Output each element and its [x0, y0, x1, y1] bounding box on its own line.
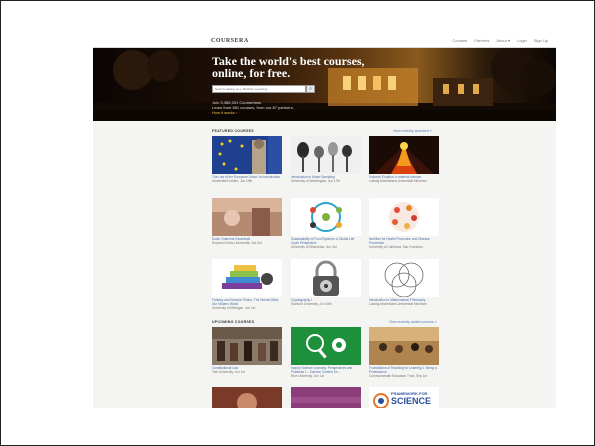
padlock-image: [291, 259, 361, 297]
course-title[interactable]: Sustainability of Food Systems: A Global…: [291, 237, 361, 245]
search-button[interactable]: ⌕: [306, 85, 315, 93]
course-thumbnail[interactable]: [291, 327, 361, 365]
portrait-image: [212, 387, 282, 408]
featured-courses-heading: FEATURED COURSES: [212, 129, 254, 133]
course-thumbnail[interactable]: [369, 327, 439, 365]
classroom-image: [369, 327, 439, 365]
course-title[interactable]: Inquiry Science Learning: Perspectives a…: [291, 366, 361, 374]
volcano-image: [369, 136, 439, 174]
course-school: Universiteit Leiden, Jun 15th: [212, 179, 253, 183]
course-card-constitutional-law[interactable]: Constitutional Law Yale University, Jun …: [212, 327, 282, 374]
course-card-inquiry-science[interactable]: Inquiry Science Learning: Perspectives a…: [291, 327, 361, 378]
course-school: University of Washington, Jun 17th: [291, 179, 341, 183]
nav-links: Courses Partners About ▾ Login Sign Up: [452, 38, 548, 43]
hero-title-line2: online, for free.: [212, 66, 291, 80]
course-school: University of California, San Francisco: [369, 245, 424, 249]
course-thumbnail[interactable]: [291, 136, 361, 174]
course-thumbnail[interactable]: [212, 136, 282, 174]
course-school: Ludwig-Maximilians-Universität München: [369, 302, 427, 306]
course-title[interactable]: Foundations of Teaching for Learning 1: …: [369, 366, 439, 374]
course-title[interactable]: Fantasy and Science Fiction: The Human M…: [212, 298, 282, 306]
painting-crowd-image: [212, 327, 282, 365]
science-logo-image: [291, 327, 361, 365]
microphones-image: [291, 136, 361, 174]
featured-view-all-link[interactable]: View recently launched »: [393, 129, 432, 133]
course-card-partial-2[interactable]: [291, 387, 361, 408]
course-school: Yale University, Jun 1st: [212, 370, 245, 374]
course-card-eu-law[interactable]: The Law of the European Union: An Introd…: [212, 136, 282, 183]
course-thumbnail[interactable]: [212, 327, 282, 365]
course-thumbnail[interactable]: [291, 198, 361, 236]
course-thumbnail[interactable]: [369, 198, 439, 236]
browser-page: COURSERA Courses Partners About ▾ Login …: [93, 35, 556, 408]
course-card-framework-science[interactable]: FRAMEWORK FOR SCIENCE: [369, 387, 439, 408]
course-card-volcano[interactable]: Volcanic Eruption: a material science Lu…: [369, 136, 439, 183]
books-image: [212, 259, 282, 297]
science-text: SCIENCE: [391, 396, 432, 406]
course-thumbnail[interactable]: [291, 387, 361, 408]
nav-signup[interactable]: Sign Up: [534, 38, 548, 43]
course-thumbnail[interactable]: [369, 259, 439, 297]
course-title[interactable]: Nutrition for Health Promotion and Disea…: [369, 237, 439, 245]
course-card-music[interactable]: Introduction to Music Sampling Universit…: [291, 136, 361, 183]
course-card-nutrition[interactable]: Nutrition for Health Promotion and Disea…: [369, 198, 439, 249]
course-card-foundations-teaching[interactable]: Foundations of Teaching for Learning 1: …: [369, 327, 439, 378]
hero-stats: Join 5,386,331 Courserians. Learn from 5…: [212, 100, 294, 110]
course-thumbnail[interactable]: [291, 259, 361, 297]
course-school: University of Michigan, Jun 1st: [212, 306, 256, 310]
course-thumbnail[interactable]: [369, 136, 439, 174]
top-navigation-bar: COURSERA Courses Partners About ▾ Login …: [93, 35, 556, 48]
course-card-dutch[interactable]: Dutch Grammar Essentials Ruprecht-Karls-…: [212, 198, 282, 245]
course-card-fantasy[interactable]: Fantasy and Science Fiction: The Human M…: [212, 259, 282, 310]
course-thumbnail[interactable]: FRAMEWORK FOR SCIENCE: [369, 387, 439, 408]
hero-title: Take the world's best courses, online, f…: [212, 55, 412, 79]
course-card-partial-1[interactable]: [212, 387, 282, 408]
course-thumbnail[interactable]: [212, 387, 282, 408]
how-it-works-link[interactable]: How it works ›: [212, 110, 237, 115]
purple-texture-image: [291, 387, 361, 408]
course-thumbnail[interactable]: [212, 198, 282, 236]
course-card-math-philosophy[interactable]: Introduction to Mathematical Philosophy …: [369, 259, 439, 306]
food-cycle-diagram-image: [291, 198, 361, 236]
course-school: Rice University, Jun 1st: [291, 374, 325, 378]
nav-courses[interactable]: Courses: [452, 38, 467, 43]
course-card-food-systems[interactable]: Sustainability of Food Systems: A Global…: [291, 198, 361, 249]
nav-login[interactable]: Login: [517, 38, 527, 43]
course-school: Stanford University, Jun 15th: [291, 302, 332, 306]
venn-diagram-image: [369, 259, 439, 297]
course-school: Commonwealth Education Trust, Sep 1st: [369, 374, 427, 378]
hero-banner: Take the world's best courses, online, f…: [93, 48, 556, 121]
upcoming-courses-heading: UPCOMING COURSES: [212, 320, 255, 324]
course-school: Ruprecht-Karls-Universität, Jun 3rd: [212, 241, 262, 245]
painting-image: [212, 198, 282, 236]
upcoming-view-all-link[interactable]: View recently added courses »: [389, 320, 437, 324]
course-school: Ludwig-Maximilians-Universität München: [369, 179, 427, 183]
coursera-logo[interactable]: COURSERA: [211, 38, 249, 44]
nav-partners[interactable]: Partners: [474, 38, 489, 43]
eu-flag-image: [212, 136, 282, 174]
food-circle-image: [369, 198, 439, 236]
course-card-cryptography[interactable]: Cryptography I Stanford University, Jun …: [291, 259, 361, 306]
course-search-input[interactable]: [212, 85, 306, 93]
course-thumbnail[interactable]: [212, 259, 282, 297]
nav-about[interactable]: About ▾: [496, 38, 510, 43]
course-school: University of Minnesota, Jun 3rd: [291, 245, 337, 249]
